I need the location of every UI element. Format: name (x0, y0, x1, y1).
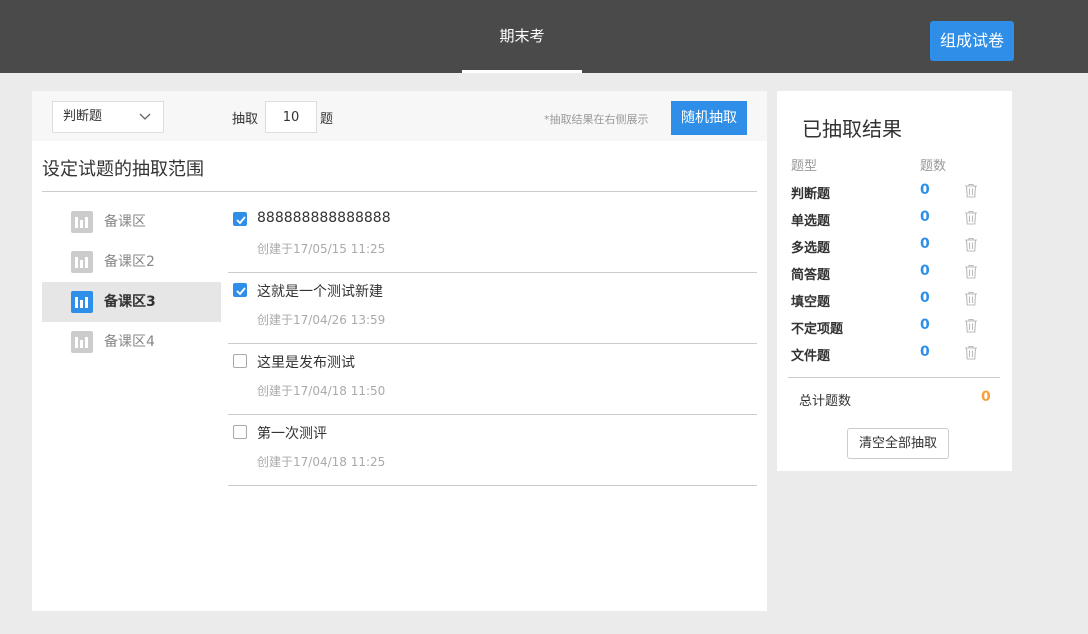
compose-paper-button[interactable]: 组成试卷 (930, 21, 1014, 61)
list-item[interactable]: 888888888888888 创建于17/05/15 11:25 (228, 202, 757, 273)
question-date: 创建于17/05/15 11:25 (257, 242, 386, 256)
results-divider (788, 377, 1000, 378)
bank-icon (71, 251, 93, 273)
trash-icon[interactable] (964, 237, 978, 252)
check-icon (236, 287, 246, 296)
check-icon (236, 216, 246, 225)
trash-icon[interactable] (964, 264, 978, 279)
sidebar-item-label: 备课区4 (104, 334, 155, 350)
section-title: 设定试题的抽取范围 (42, 159, 204, 180)
question-title: 888888888888888 (257, 210, 391, 226)
table-row: 单选题 0 (777, 205, 1012, 232)
trash-icon[interactable] (964, 345, 978, 360)
result-type: 不定项题 (791, 322, 844, 337)
result-type: 判断题 (791, 187, 831, 202)
bank-icon (71, 291, 93, 313)
trash-icon[interactable] (964, 210, 978, 225)
extraction-toolbar: 判断题 抽取 题 *抽取结果在右侧展示 随机抽取 (32, 91, 767, 141)
bank-icon (71, 331, 93, 353)
table-row: 多选题 0 (777, 232, 1012, 259)
table-row: 不定项题 0 (777, 313, 1012, 340)
results-title: 已抽取结果 (802, 117, 902, 141)
result-hint: *抽取结果在右侧展示 (544, 113, 649, 126)
trash-icon[interactable] (964, 318, 978, 333)
tab-exam-title[interactable]: 期末考 (462, 0, 582, 73)
trash-icon[interactable] (964, 291, 978, 306)
result-type: 单选题 (791, 214, 831, 229)
question-title: 这里是发布测试 (257, 355, 355, 371)
sidebar-item-bank-2[interactable]: 备课区2 (42, 242, 221, 282)
question-checkbox[interactable] (233, 425, 247, 439)
question-date: 创建于17/04/26 13:59 (257, 313, 386, 327)
result-type: 文件题 (791, 349, 831, 364)
question-list: 888888888888888 创建于17/05/15 11:25 这就是一个测… (228, 202, 757, 486)
question-date: 创建于17/04/18 11:50 (257, 384, 386, 398)
table-row: 判断题 0 (777, 178, 1012, 205)
sidebar-item-bank-4[interactable]: 备课区4 (42, 322, 221, 362)
pick-count-input[interactable] (265, 101, 317, 133)
active-tab-indicator (462, 70, 582, 73)
results-col-type: 题型 (791, 159, 818, 174)
result-count: 0 (920, 263, 930, 279)
clear-all-button[interactable]: 清空全部抽取 (847, 428, 949, 459)
total-value: 0 (981, 389, 991, 405)
results-table: 判断题 0 单选题 0 多选题 0 简答题 0 填空题 0 不定项题 0 文件题… (777, 178, 1012, 367)
result-count: 0 (920, 209, 930, 225)
sidebar-item-label: 备课区 (104, 214, 146, 230)
sidebar-item-bank-1[interactable]: 备课区 (42, 202, 221, 242)
question-type-value: 判断题 (63, 109, 103, 124)
sidebar-item-bank-3[interactable]: 备课区3 (42, 282, 221, 322)
question-type-select[interactable]: 判断题 (52, 101, 164, 133)
results-col-count: 题数 (920, 159, 947, 174)
question-title: 这就是一个测试新建 (257, 284, 383, 300)
total-label: 总计题数 (799, 394, 852, 409)
list-item[interactable]: 第一次测评 创建于17/04/18 11:25 (228, 415, 757, 486)
list-item[interactable]: 这里是发布测试 创建于17/04/18 11:50 (228, 344, 757, 415)
result-type: 简答题 (791, 268, 831, 283)
chevron-down-icon (139, 113, 151, 120)
result-type: 多选题 (791, 241, 831, 256)
trash-icon[interactable] (964, 183, 978, 198)
table-row: 文件题 0 (777, 340, 1012, 367)
results-panel: 已抽取结果 题型 题数 判断题 0 单选题 0 多选题 0 简答题 0 填空题 … (777, 91, 1012, 471)
question-checkbox[interactable] (233, 283, 247, 297)
random-pick-button[interactable]: 随机抽取 (671, 101, 747, 135)
question-bank-list: 备课区 备课区2 备课区3 备课区4 (42, 202, 221, 362)
question-title: 第一次测评 (257, 426, 327, 442)
question-date: 创建于17/04/18 11:25 (257, 455, 386, 469)
result-count: 0 (920, 236, 930, 252)
bank-icon (71, 211, 93, 233)
result-count: 0 (920, 290, 930, 306)
sidebar-item-label: 备课区2 (104, 254, 155, 270)
sidebar-item-label: 备课区3 (104, 294, 156, 310)
result-count: 0 (920, 182, 930, 198)
section-divider (42, 191, 757, 192)
question-checkbox[interactable] (233, 354, 247, 368)
table-row: 填空题 0 (777, 286, 1012, 313)
result-count: 0 (920, 344, 930, 360)
pick-label: 抽取 (232, 112, 259, 127)
pick-unit-label: 题 (320, 112, 334, 127)
question-checkbox[interactable] (233, 212, 247, 226)
extraction-panel: 判断题 抽取 题 *抽取结果在右侧展示 随机抽取 设定试题的抽取范围 备课区 备… (32, 91, 767, 611)
result-type: 填空题 (791, 295, 831, 310)
table-row: 简答题 0 (777, 259, 1012, 286)
top-bar: 期末考 组成试卷 (0, 0, 1088, 73)
list-item[interactable]: 这就是一个测试新建 创建于17/04/26 13:59 (228, 273, 757, 344)
result-count: 0 (920, 317, 930, 333)
